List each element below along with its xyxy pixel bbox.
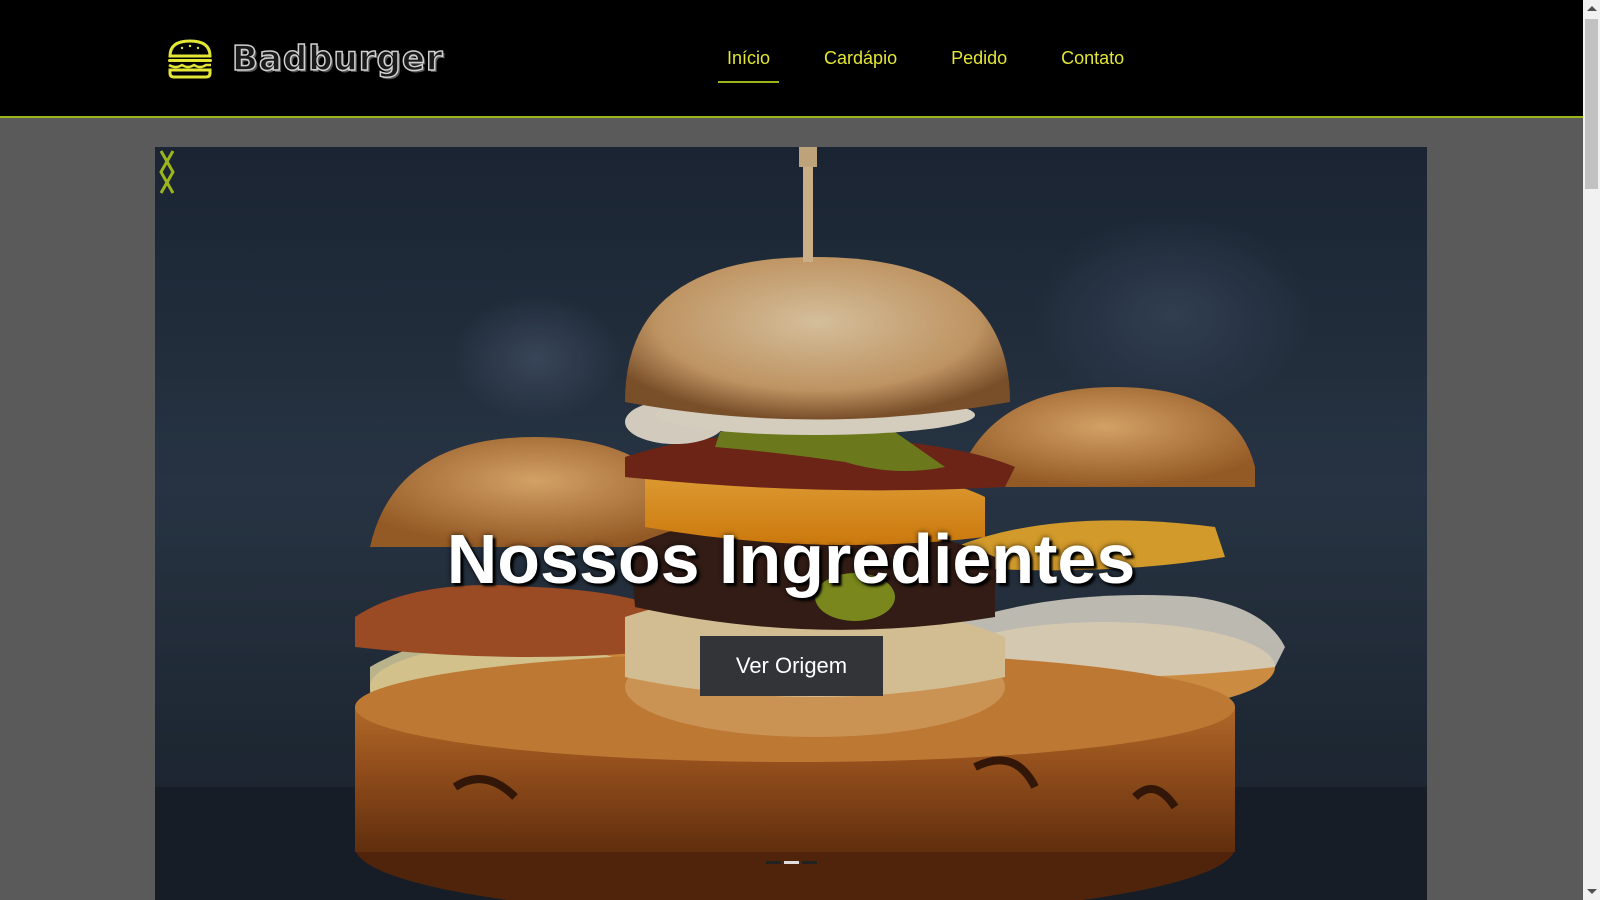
scroll-down-icon[interactable]: [1587, 889, 1597, 894]
nav-item-pedido[interactable]: Pedido: [942, 46, 1016, 83]
page-scrollbar[interactable]: [1583, 0, 1600, 900]
scroll-thumb[interactable]: [1585, 19, 1598, 189]
nav-item-inicio[interactable]: Início: [718, 46, 780, 83]
carousel-indicator[interactable]: [766, 861, 781, 864]
nav-item-cardapio[interactable]: Cardápio: [815, 46, 906, 83]
nav-item-contato[interactable]: Contato: [1052, 46, 1133, 83]
ver-origem-button[interactable]: Ver Origem: [700, 636, 883, 696]
carousel-indicator[interactable]: [784, 861, 799, 864]
brand-name: Badburger: [231, 38, 444, 80]
burger-icon: [168, 39, 212, 79]
hero-carousel: Nossos Ingredientes Ver Origem: [155, 147, 1427, 900]
carousel-indicator[interactable]: [802, 861, 817, 864]
chevron-right-icon[interactable]: [155, 147, 185, 197]
scroll-up-icon[interactable]: [1587, 6, 1597, 11]
site-header: Badburger Início Cardápio Pedido Contato: [0, 0, 1583, 118]
main-nav: Início Cardápio Pedido Contato: [718, 46, 1169, 83]
hero-title: Nossos Ingredientes: [446, 520, 1136, 598]
carousel-indicators: [766, 861, 817, 864]
brand-logo[interactable]: Badburger: [166, 38, 444, 80]
